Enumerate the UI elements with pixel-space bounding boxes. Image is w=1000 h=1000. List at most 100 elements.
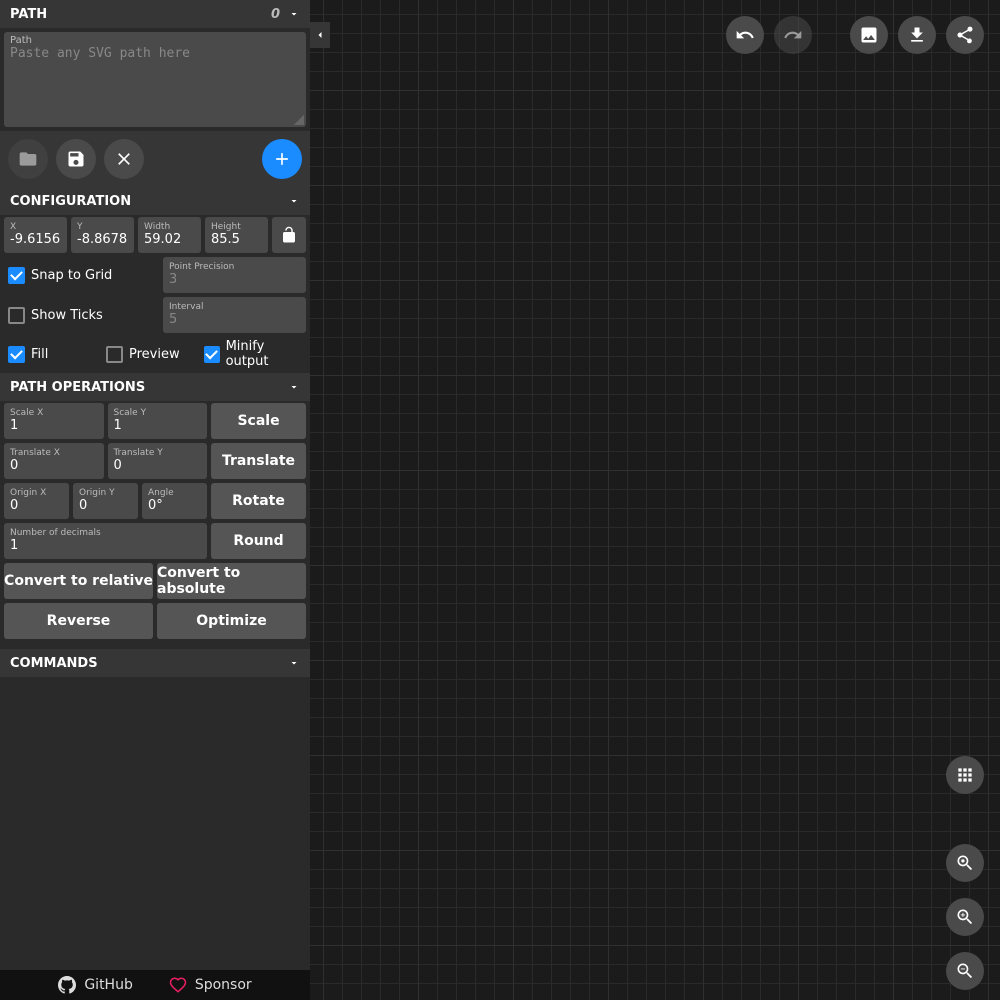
save-button[interactable] [56, 139, 96, 179]
sponsor-label: Sponsor [195, 977, 252, 993]
decimals-field[interactable]: Number of decimals [4, 523, 207, 559]
zoom-toolbar [946, 756, 984, 990]
zoom-fit-button[interactable] [946, 844, 984, 882]
minify-checkbox[interactable] [204, 346, 220, 363]
collapse-sidebar-button[interactable] [310, 22, 330, 48]
height-input[interactable] [211, 232, 262, 247]
resize-handle[interactable] [294, 115, 304, 125]
precision-field[interactable]: Point Precision3 [163, 257, 306, 293]
github-icon [58, 976, 76, 994]
grid-toggle-button[interactable] [946, 756, 984, 794]
commands-header[interactable]: COMMANDS [0, 649, 310, 677]
footer: GitHub Sponsor [0, 970, 310, 1000]
scale-button[interactable]: Scale [211, 403, 306, 439]
add-button[interactable] [262, 139, 302, 179]
x-field[interactable]: X [4, 217, 67, 253]
ops-header[interactable]: PATH OPERATIONS [0, 373, 310, 401]
zoom-out-button[interactable] [946, 952, 984, 990]
folder-icon [18, 149, 38, 169]
heart-icon [169, 976, 187, 994]
angle-input[interactable] [148, 498, 201, 513]
fill-checkbox[interactable] [8, 346, 25, 363]
reverse-button[interactable]: Reverse [4, 603, 153, 639]
scalex-input[interactable] [10, 418, 98, 433]
originx-input[interactable] [10, 498, 63, 513]
chevron-down-icon [288, 381, 300, 393]
top-toolbar [726, 16, 984, 54]
close-icon [114, 149, 134, 169]
translatey-field[interactable]: Translate Y [108, 443, 208, 479]
undo-icon [735, 25, 755, 45]
open-button[interactable] [8, 139, 48, 179]
image-button[interactable] [850, 16, 888, 54]
width-field[interactable]: Width [138, 217, 201, 253]
width-input[interactable] [144, 232, 195, 247]
snap-checkbox[interactable] [8, 267, 25, 284]
sponsor-link[interactable]: Sponsor [169, 976, 252, 994]
grid-background [310, 0, 1000, 1000]
ticks-checkbox[interactable] [8, 307, 25, 324]
image-icon [859, 25, 879, 45]
download-icon [907, 25, 927, 45]
share-button[interactable] [946, 16, 984, 54]
angle-field[interactable]: Angle [142, 483, 207, 519]
zoom-in-button[interactable] [946, 898, 984, 936]
translate-button[interactable]: Translate [211, 443, 306, 479]
translatey-input[interactable] [114, 458, 202, 473]
config-title: CONFIGURATION [10, 194, 131, 209]
grid-icon [955, 765, 975, 785]
minify-label: Minify output [226, 339, 302, 369]
undo-button[interactable] [726, 16, 764, 54]
rotate-button[interactable]: Rotate [211, 483, 306, 519]
originy-field[interactable]: Origin Y [73, 483, 138, 519]
canvas[interactable] [310, 0, 1000, 1000]
y-field[interactable]: Y [71, 217, 134, 253]
scaley-input[interactable] [114, 418, 202, 433]
clear-button[interactable] [104, 139, 144, 179]
originx-field[interactable]: Origin X [4, 483, 69, 519]
originy-input[interactable] [79, 498, 132, 513]
round-button[interactable]: Round [211, 523, 306, 559]
translatex-input[interactable] [10, 458, 98, 473]
interval-value: 5 [169, 312, 300, 327]
preview-label: Preview [129, 347, 180, 362]
redo-button[interactable] [774, 16, 812, 54]
height-field[interactable]: Height [205, 217, 268, 253]
interval-field[interactable]: Interval5 [163, 297, 306, 333]
chevron-down-icon [288, 657, 300, 669]
path-textarea[interactable] [10, 46, 300, 116]
plus-icon [272, 149, 292, 169]
snap-label: Snap to Grid [31, 268, 112, 283]
ticks-label: Show Ticks [31, 308, 103, 323]
preview-checkbox[interactable] [106, 346, 123, 363]
optimize-button[interactable]: Optimize [157, 603, 306, 639]
snap-row: Snap to Grid Point Precision3 [0, 255, 310, 295]
convert-relative-button[interactable]: Convert to relative [4, 563, 153, 599]
decimals-input[interactable] [10, 538, 201, 553]
scalex-field[interactable]: Scale X [4, 403, 104, 439]
ops-title: PATH OPERATIONS [10, 380, 145, 395]
convert-absolute-button[interactable]: Convert to absolute [157, 563, 306, 599]
zoom-fit-icon [955, 853, 975, 873]
precision-value: 3 [169, 272, 300, 287]
y-input[interactable] [77, 232, 128, 247]
redo-icon [783, 25, 803, 45]
path-title: PATH [10, 7, 47, 22]
config-header[interactable]: CONFIGURATION [0, 187, 310, 215]
path-textarea-label: Path [10, 36, 300, 46]
github-link[interactable]: GitHub [58, 976, 133, 994]
chevron-down-icon [288, 8, 300, 20]
commands-title: COMMANDS [10, 656, 98, 671]
viewbox-row: X Y Width Height [0, 215, 310, 255]
path-header[interactable]: PATH 0 [0, 0, 310, 28]
save-icon [66, 149, 86, 169]
lock-button[interactable] [272, 217, 306, 253]
translatex-field[interactable]: Translate X [4, 443, 104, 479]
download-button[interactable] [898, 16, 936, 54]
chevron-down-icon [288, 195, 300, 207]
share-icon [955, 25, 975, 45]
scaley-field[interactable]: Scale Y [108, 403, 208, 439]
x-input[interactable] [10, 232, 61, 247]
github-label: GitHub [84, 977, 133, 993]
lock-open-icon [280, 226, 298, 244]
